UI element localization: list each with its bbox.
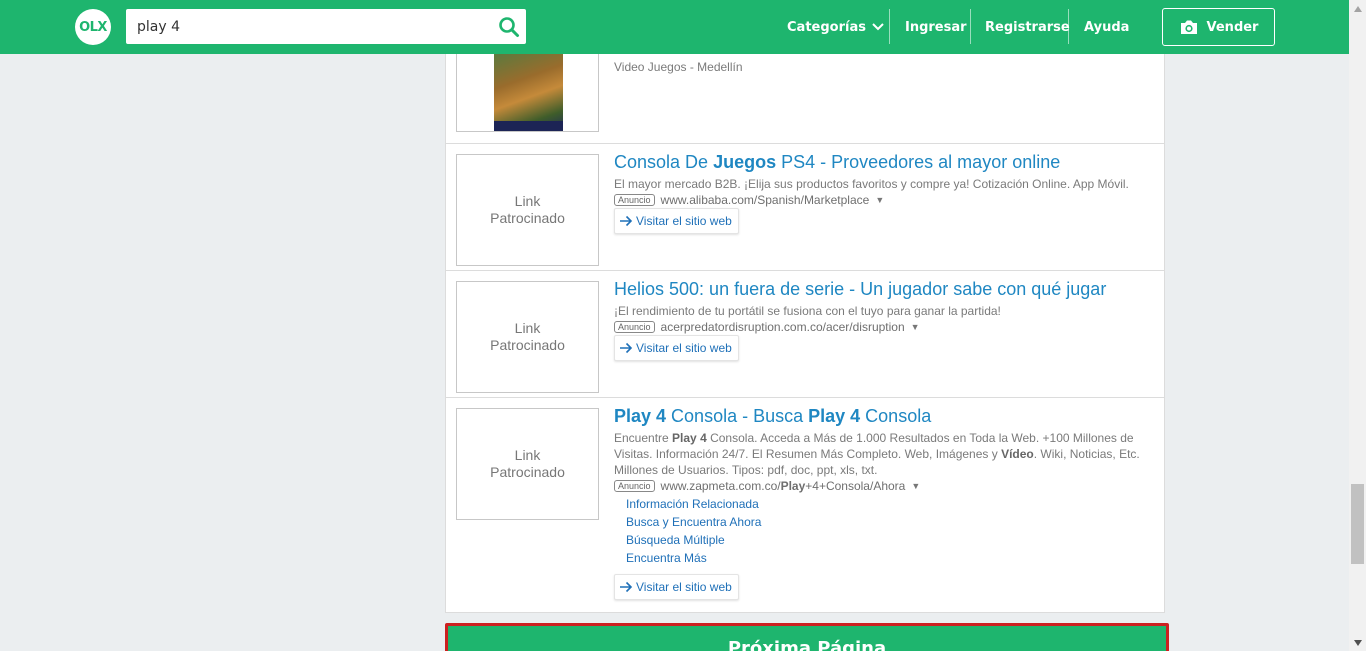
arrow-right-icon [620, 215, 633, 227]
visit-site-button[interactable]: Visitar el sitio web [614, 208, 739, 234]
scroll-thumb[interactable] [1351, 484, 1364, 564]
ad-desc-part: Encuentre [614, 431, 673, 445]
sponsored-thumbnail: Link Patrocinado [456, 408, 599, 520]
listing-item[interactable]: Video Juegos - Medellín [446, 54, 1164, 144]
ad-title-link[interactable]: Play 4 Consola - Busca Play 4 Consola [614, 406, 1159, 427]
ad-url-line: Anuncio www.alibaba.com/Spanish/Marketpl… [614, 192, 1159, 208]
sell-label: Vender [1206, 19, 1259, 35]
thumb-label-line1: Link [514, 447, 541, 463]
ad-sitelink[interactable]: Busca y Encuentra Ahora [626, 513, 761, 531]
nav-divider [970, 9, 971, 44]
ad-title-part: Consola - Busca [666, 406, 809, 426]
arrow-down-icon [1353, 639, 1362, 646]
caret-down-icon[interactable]: ▼ [911, 478, 920, 494]
visit-site-button[interactable]: Visitar el sitio web [614, 335, 739, 361]
ad-desc-bold: Vídeo [1001, 447, 1034, 461]
ad-url[interactable]: www.alibaba.com/Spanish/Marketplace [661, 192, 870, 208]
nav-help[interactable]: Ayuda [1084, 0, 1129, 54]
thumb-label-line2: Patrocinado [490, 337, 565, 353]
nav-login-label: Ingresar [905, 19, 967, 35]
ad-title-part: Consola [860, 406, 932, 426]
camera-icon [1180, 20, 1197, 34]
arrow-right-icon [620, 581, 633, 593]
sponsored-ad: Link Patrocinado Consola De Juegos PS4 -… [446, 144, 1164, 271]
ad-sitelinks: Información Relacionada Busca y Encuentr… [626, 495, 761, 567]
nav-categories[interactable]: Categorías [787, 0, 885, 54]
next-page-label: Próxima Página [727, 638, 887, 651]
ad-title-bold: Play 4 [614, 406, 667, 426]
ad-title-bold: Juegos [713, 152, 777, 172]
ad-badge: Anuncio [614, 321, 655, 333]
search-box [126, 9, 526, 44]
caret-down-icon[interactable]: ▼ [875, 192, 884, 208]
ad-badge: Anuncio [614, 194, 655, 206]
game-cover-image [494, 54, 563, 131]
ad-title-part: Consola De [614, 152, 714, 172]
listing-thumbnail[interactable] [456, 54, 599, 132]
search-input[interactable] [126, 9, 486, 44]
arrow-right-icon [620, 342, 633, 354]
visit-site-label: Visitar el sitio web [636, 580, 732, 594]
search-icon[interactable] [498, 16, 520, 38]
ad-title-bold: Play 4 [808, 406, 861, 426]
top-navbar: OLX Categorías Ingresar Registrarse Ayud… [0, 0, 1349, 54]
nav-register[interactable]: Registrarse [985, 0, 1070, 54]
sponsored-ad: Link Patrocinado Play 4 Consola - Busca … [446, 398, 1164, 613]
ad-title-link[interactable]: Consola De Juegos PS4 - Proveedores al m… [614, 152, 1159, 173]
ad-url[interactable]: www.zapmeta.com.co/Play+4+Consola/Ahora [661, 478, 906, 494]
ad-sitelink[interactable]: Información Relacionada [626, 495, 761, 513]
visit-site-label: Visitar el sitio web [636, 214, 732, 228]
listing-location: Video Juegos - Medellín [614, 60, 743, 74]
page-scrollbar[interactable] [1349, 0, 1366, 651]
ad-url-bold: Play [780, 479, 806, 493]
ad-url-part: www.zapmeta.com.co/ [660, 479, 781, 493]
ad-description: Encuentre Play 4 Consola. Acceda a Más d… [614, 430, 1159, 478]
nav-help-label: Ayuda [1084, 19, 1130, 35]
nav-divider [889, 9, 890, 44]
ad-description: ¡El rendimiento de tu portátil se fusion… [614, 304, 1001, 318]
nav-divider [1068, 9, 1069, 44]
scroll-up-arrow[interactable] [1349, 0, 1366, 17]
nav-categories-label: Categorías [787, 19, 866, 35]
ad-url-line: Anuncio acerpredatordisruption.com.co/ac… [614, 319, 1159, 335]
thumb-label-line1: Link [514, 193, 541, 209]
sponsored-thumbnail: Link Patrocinado [456, 281, 599, 393]
sponsored-thumbnail: Link Patrocinado [456, 154, 599, 266]
ad-desc-bold: Play 4 [672, 431, 707, 445]
sponsored-ad: Link Patrocinado Helios 500: un fuera de… [446, 271, 1164, 398]
thumb-label-line1: Link [514, 320, 541, 336]
ad-url-part: +4+Consola/Ahora [805, 479, 906, 493]
ad-description: El mayor mercado B2B. ¡Elija sus product… [614, 177, 1129, 191]
thumb-label-line2: Patrocinado [490, 464, 565, 480]
ad-badge: Anuncio [614, 480, 655, 492]
olx-logo[interactable]: OLX [75, 9, 111, 45]
ad-sitelink[interactable]: Encuentra Más [626, 549, 761, 567]
results-panel: Video Juegos - Medellín Link Patrocinado… [445, 54, 1165, 613]
next-page-button[interactable]: Próxima Página [445, 623, 1169, 651]
thumb-label-line2: Patrocinado [490, 210, 565, 226]
ad-url-line: Anuncio www.zapmeta.com.co/Play+4+Consol… [614, 478, 1159, 494]
ad-sitelink[interactable]: Búsqueda Múltiple [626, 531, 761, 549]
chevron-down-icon [872, 23, 884, 31]
scroll-down-arrow[interactable] [1349, 634, 1366, 651]
ad-title-part: PS4 - Proveedores al mayor online [776, 152, 1061, 172]
arrow-up-icon [1353, 5, 1362, 12]
caret-down-icon[interactable]: ▼ [911, 319, 920, 335]
logo-text: OLX [79, 19, 107, 35]
ad-url[interactable]: acerpredatordisruption.com.co/acer/disru… [661, 319, 905, 335]
visit-site-button[interactable]: Visitar el sitio web [614, 574, 739, 600]
sell-button[interactable]: Vender [1162, 8, 1275, 46]
visit-site-label: Visitar el sitio web [636, 341, 732, 355]
nav-register-label: Registrarse [985, 19, 1070, 35]
ad-title-link[interactable]: Helios 500: un fuera de serie - Un jugad… [614, 279, 1159, 300]
nav-login[interactable]: Ingresar [905, 0, 967, 54]
